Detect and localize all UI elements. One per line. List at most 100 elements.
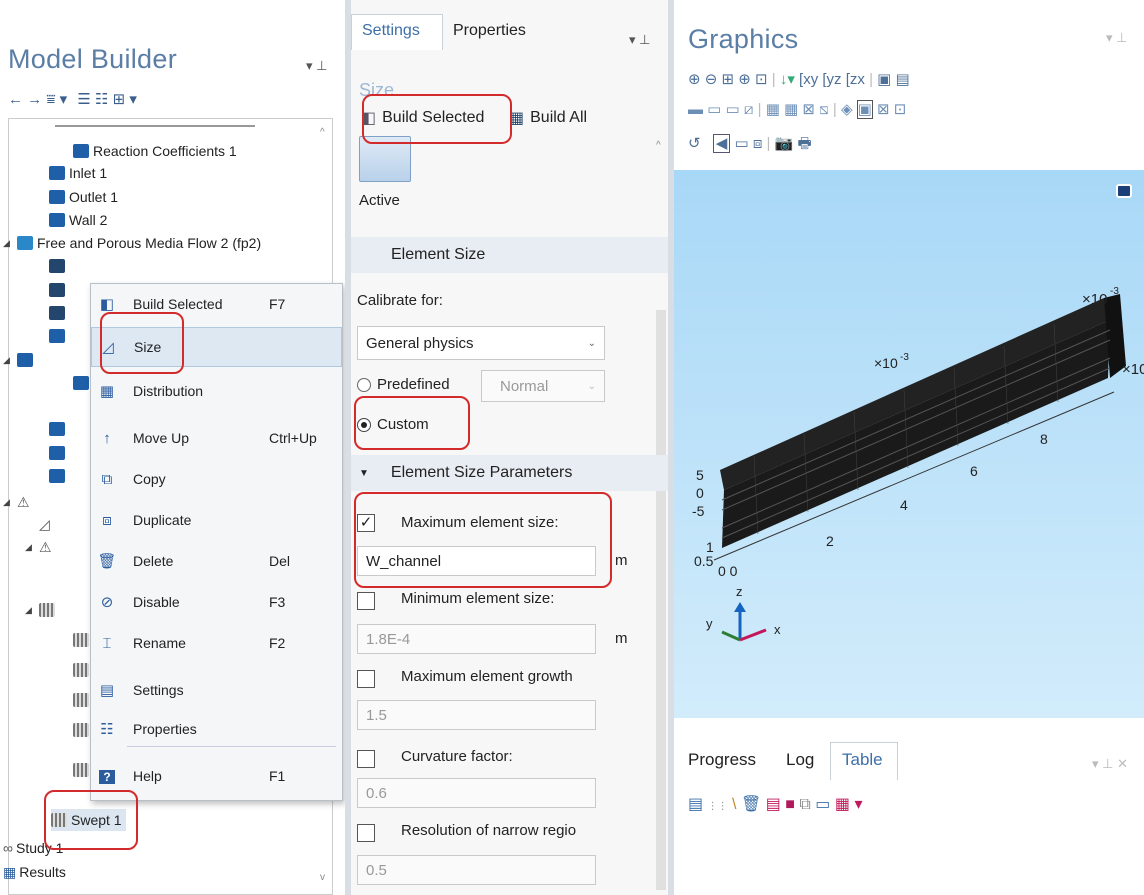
expand-caret-icon[interactable]: ◢ (25, 605, 35, 616)
tree-node-wall[interactable]: Wall 2 (49, 209, 107, 231)
table-settings-icon[interactable]: ▤ (688, 796, 703, 813)
color-icon[interactable]: ■ (785, 796, 795, 813)
predefined-radio[interactable] (357, 378, 371, 392)
scroll-down-icon[interactable]: v (320, 872, 325, 883)
tree-node-mesh[interactable]: ◢ ⚠ (3, 491, 30, 513)
pin-icon[interactable]: ▾ ⊥ (306, 58, 327, 74)
growth-checkbox[interactable] (357, 670, 375, 688)
menu-item-rename[interactable]: ⌶ Rename F2 (91, 623, 342, 663)
menu-item-delete[interactable]: 🗑 Delete Del (91, 541, 342, 581)
curvature-input[interactable]: 0.6 (357, 778, 596, 808)
expand-caret-icon[interactable]: ◢ (3, 497, 13, 508)
section-element-size-parameters[interactable]: ▼ Element Size Parameters (351, 455, 668, 491)
clear-icon[interactable]: \ (732, 796, 736, 813)
pin-icon[interactable]: ▾ ⊥ (629, 32, 650, 48)
scroll-up-icon[interactable]: ^ (320, 127, 325, 138)
select-edge-icon[interactable]: ⧄ (744, 101, 754, 118)
wireframe-icon[interactable]: ▤ (896, 71, 910, 88)
export-icon[interactable]: ▭ (815, 796, 830, 813)
tree-node-hidden[interactable] (49, 279, 69, 301)
predefined-select[interactable]: Normal ⌄ (481, 370, 605, 402)
menu-item-properties[interactable]: ☷ Properties (91, 709, 342, 749)
scroll-up-icon[interactable]: ^ (656, 140, 661, 151)
calibrate-select[interactable]: General physics ⌄ (357, 326, 605, 360)
tab-settings[interactable]: Settings (362, 22, 420, 40)
tab-table[interactable]: Table (842, 750, 883, 770)
grid-table-icon[interactable]: ▦ ▾ (835, 796, 863, 813)
build-all-button[interactable]: ▦ Build All (509, 108, 587, 128)
zoom-box-icon[interactable]: ⊞ (722, 71, 735, 88)
min-size-input[interactable]: 1.8E-4 (357, 624, 596, 654)
tree-node-hidden[interactable] (49, 418, 69, 440)
hide-objects-icon[interactable]: ◈ (841, 101, 853, 118)
clear-selection-icon[interactable]: ▦ (784, 101, 798, 118)
filter-icon[interactable]: ⩸ ▾ (46, 91, 67, 108)
menu-item-settings[interactable]: ▤ Settings (91, 670, 342, 710)
view-zx-icon[interactable]: [zx (846, 71, 865, 88)
tree-node-results[interactable]: ▦ Results (3, 861, 66, 883)
transparency-icon[interactable]: ▣ (877, 71, 891, 88)
tree-node-inlet[interactable]: Inlet 1 (49, 162, 107, 184)
camera-icon[interactable]: 📷 (775, 135, 794, 152)
zoom-extents-icon[interactable]: ⊡ (755, 71, 768, 88)
menu-item-move-up[interactable]: ↑ Move Up Ctrl+Up (91, 418, 342, 458)
print-icon[interactable]: 🖶 (797, 135, 811, 152)
trash-icon[interactable]: 🗑 (741, 796, 761, 813)
tree-node-hidden[interactable]: ◢ (25, 599, 59, 621)
select-all-icon[interactable]: ▦ (766, 101, 780, 118)
tree-node-hidden[interactable]: ◢ ⚠ (25, 536, 52, 558)
view-yz-icon[interactable]: [yz (822, 71, 841, 88)
show-icon[interactable]: ▣ (856, 100, 873, 119)
render-icon[interactable]: ▭ (734, 135, 748, 152)
hide-icon[interactable]: ⧅ (819, 101, 829, 118)
tree-node-outlet[interactable]: Outlet 1 (49, 186, 118, 208)
menu-item-disable[interactable]: ⊘ Disable F3 (91, 582, 342, 622)
back-arrow-icon[interactable]: ← (8, 91, 23, 108)
expand-caret-icon[interactable]: ◢ (3, 355, 13, 366)
zoom-in-icon[interactable]: ⊕ (688, 71, 701, 88)
zoom-selected-icon[interactable]: ⊕ (738, 71, 751, 88)
reset-view-icon[interactable]: ⊡ (894, 101, 907, 118)
min-size-checkbox[interactable] (357, 592, 375, 610)
show-objects-icon[interactable]: ⊠ (877, 101, 890, 118)
tab-progress[interactable]: Progress (688, 750, 756, 770)
lighting-icon[interactable]: ◀ (712, 134, 731, 153)
zoom-out-icon[interactable]: ⊖ (705, 71, 718, 88)
tree-node-hidden[interactable] (49, 302, 69, 324)
view-xy-icon[interactable]: [xy (799, 71, 818, 88)
collapse-caret-icon[interactable]: ▼ (359, 468, 369, 479)
narrow-checkbox[interactable] (357, 824, 375, 842)
tree-node-hidden[interactable] (49, 325, 69, 347)
tab-properties[interactable]: Properties (453, 22, 526, 40)
select-box-icon[interactable]: ▬ (688, 101, 703, 118)
tree-node-hidden[interactable]: ◢ (3, 349, 37, 371)
expand-icon[interactable]: ☷ (95, 91, 108, 108)
menu-item-copy[interactable]: ⧉ Copy (91, 459, 342, 499)
pin-icon[interactable]: ▾ ⊥ (1106, 30, 1127, 46)
tree-node-hidden[interactable]: ◿ (39, 513, 50, 535)
tree-node-hidden[interactable] (49, 442, 69, 464)
invert-selection-icon[interactable]: ⊠ (802, 101, 815, 118)
curvature-checkbox[interactable] (357, 750, 375, 768)
view-options-icon[interactable]: ⊞ ▾ (113, 91, 137, 108)
tab-log[interactable]: Log (786, 750, 814, 770)
narrow-input[interactable]: 0.5 (357, 855, 596, 885)
scroll-thumb[interactable] (656, 310, 666, 890)
tree-node-hidden[interactable] (49, 255, 69, 277)
growth-input[interactable]: 1.5 (357, 700, 596, 730)
select-boundary-icon[interactable]: ▭ (726, 101, 740, 118)
forward-arrow-icon[interactable]: → (27, 91, 42, 108)
tree-node-free-porous-flow[interactable]: ◢ Free and Porous Media Flow 2 (fp2) (3, 232, 261, 254)
expand-caret-icon[interactable]: ◢ (3, 238, 13, 249)
select-domain-icon[interactable]: ▭ (707, 101, 721, 118)
graphics-canvas[interactable]: ×10 -3 ×10 -3 ×10 2 4 6 8 5 0 -5 1 0.5 0… (674, 170, 1144, 718)
pin-icon[interactable]: ▾ ⊥ ✕ (1092, 756, 1128, 772)
expand-caret-icon[interactable]: ◢ (25, 542, 35, 553)
tree-node-reaction-coefficients[interactable]: Reaction Coefficients 1 (73, 140, 237, 162)
menu-item-distribution[interactable]: ▦ Distribution (91, 371, 342, 411)
copy-table-icon[interactable]: ⧉ (799, 796, 810, 813)
perspective-icon[interactable]: ⧈ (753, 135, 763, 152)
section-element-size[interactable]: Element Size (351, 237, 668, 273)
undo-view-icon[interactable]: ↺ (688, 135, 701, 152)
axis-icon[interactable]: ↓▾ (780, 71, 795, 88)
